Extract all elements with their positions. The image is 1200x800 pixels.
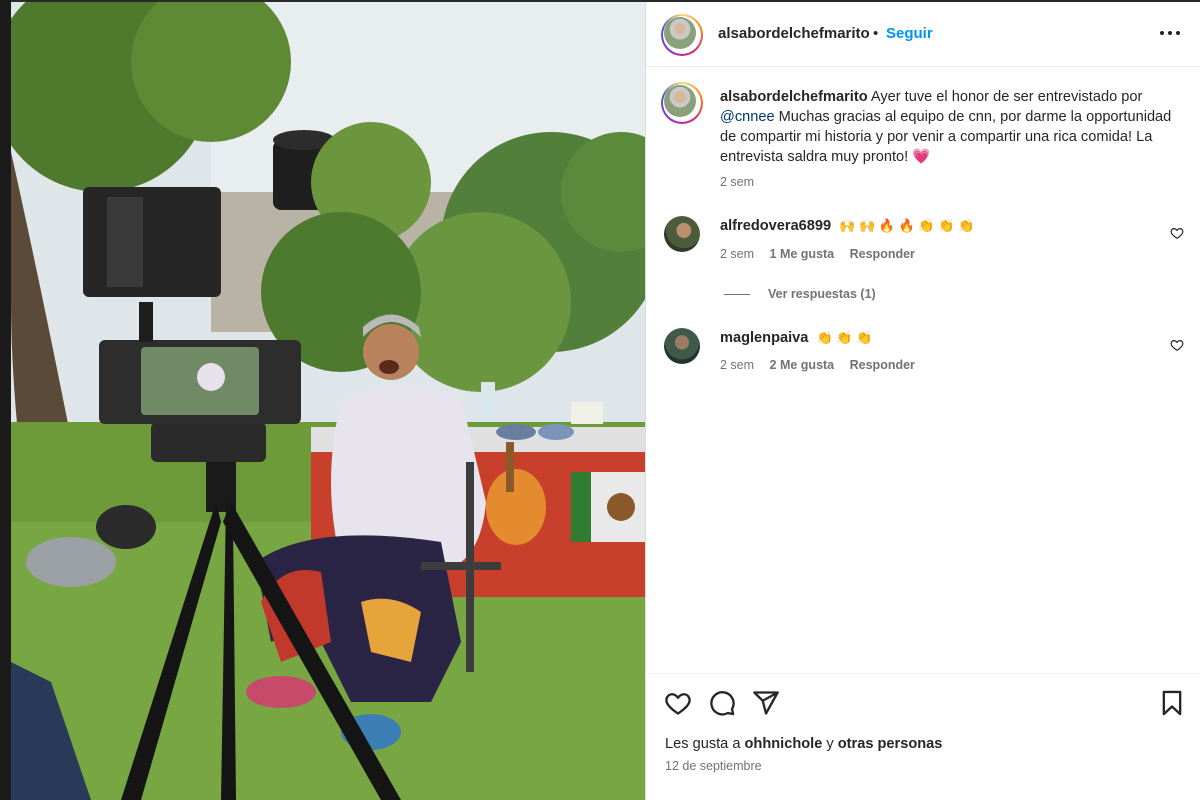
comment-item: maglenpaiva 👏 👏 👏 bbox=[720, 330, 872, 346]
likes-summary: Les gusta a ohhnichole y otras personas bbox=[665, 736, 942, 752]
comment-username[interactable]: alfredovera6899 bbox=[720, 218, 831, 234]
comment-avatar[interactable] bbox=[664, 216, 700, 252]
bookmark-icon[interactable] bbox=[1158, 689, 1186, 717]
follow-button[interactable]: Seguir bbox=[886, 25, 933, 42]
comment-text: 👏 👏 👏 bbox=[816, 330, 873, 345]
post-photo[interactable] bbox=[11, 2, 645, 800]
separator-dot: • bbox=[873, 25, 879, 42]
more-options-icon[interactable] bbox=[1156, 20, 1184, 46]
likes-user-link[interactable]: ohhnichole bbox=[745, 736, 823, 752]
comment-like-heart-icon[interactable] bbox=[1170, 338, 1184, 352]
comment-reply-button[interactable]: Responder bbox=[850, 247, 915, 261]
replies-divider bbox=[724, 293, 750, 295]
author-username[interactable]: alsabordelchefmarito bbox=[718, 25, 870, 42]
post-photo-illustration bbox=[11, 2, 645, 800]
heart-emoji: 💗 bbox=[912, 149, 931, 165]
actions-divider bbox=[646, 673, 1200, 674]
share-icon[interactable] bbox=[752, 689, 780, 717]
comment-meta: 2 sem 1 Me gusta Responder bbox=[720, 247, 927, 261]
comment-text: 🙌 🙌 🔥 🔥 👏 👏 👏 bbox=[839, 218, 975, 233]
comment-likes-count[interactable]: 1 Me gusta bbox=[770, 247, 835, 261]
comment-reply-button[interactable]: Responder bbox=[850, 358, 915, 372]
likes-middle: y bbox=[822, 736, 838, 752]
comment-timestamp[interactable]: 2 sem bbox=[720, 247, 754, 261]
comment-likes-count[interactable]: 2 Me gusta bbox=[770, 358, 835, 372]
view-replies-button[interactable]: Ver respuestas (1) bbox=[724, 286, 876, 302]
caption-mention-link[interactable]: @cnnee bbox=[720, 109, 775, 125]
caption-timestamp[interactable]: 2 sem bbox=[720, 175, 754, 189]
likes-others-link[interactable]: otras personas bbox=[838, 736, 943, 752]
post-side-panel: alsabordelchefmarito • Seguir alsabordel… bbox=[645, 2, 1200, 800]
likes-prefix: Les gusta a bbox=[665, 736, 745, 752]
comment-meta: 2 sem 2 Me gusta Responder bbox=[720, 358, 927, 372]
caption-author-avatar[interactable] bbox=[661, 82, 703, 124]
like-heart-icon[interactable] bbox=[664, 689, 692, 717]
comment-avatar[interactable] bbox=[664, 328, 700, 364]
post-caption: alsabordelchefmarito Ayer tuve el honor … bbox=[720, 87, 1180, 167]
comment-icon[interactable] bbox=[708, 689, 736, 717]
left-edge-strip bbox=[0, 0, 11, 800]
view-replies-label: Ver respuestas (1) bbox=[768, 287, 876, 301]
post-header: alsabordelchefmarito • Seguir bbox=[646, 2, 1200, 67]
author-avatar[interactable] bbox=[661, 14, 703, 56]
comment-like-heart-icon[interactable] bbox=[1170, 226, 1184, 240]
caption-text-2: Muchas gracias al equipo de cnn, por dar… bbox=[720, 109, 1172, 165]
caption-username[interactable]: alsabordelchefmarito bbox=[720, 89, 868, 105]
comment-timestamp[interactable]: 2 sem bbox=[720, 358, 754, 372]
comment-username[interactable]: maglenpaiva bbox=[720, 330, 808, 346]
caption-text-1: Ayer tuve el honor de ser entrevistado p… bbox=[867, 89, 1143, 105]
post-date[interactable]: 12 de septiembre bbox=[665, 759, 762, 773]
comment-item: alfredovera6899 🙌 🙌 🔥 🔥 👏 👏 👏 bbox=[720, 218, 974, 234]
